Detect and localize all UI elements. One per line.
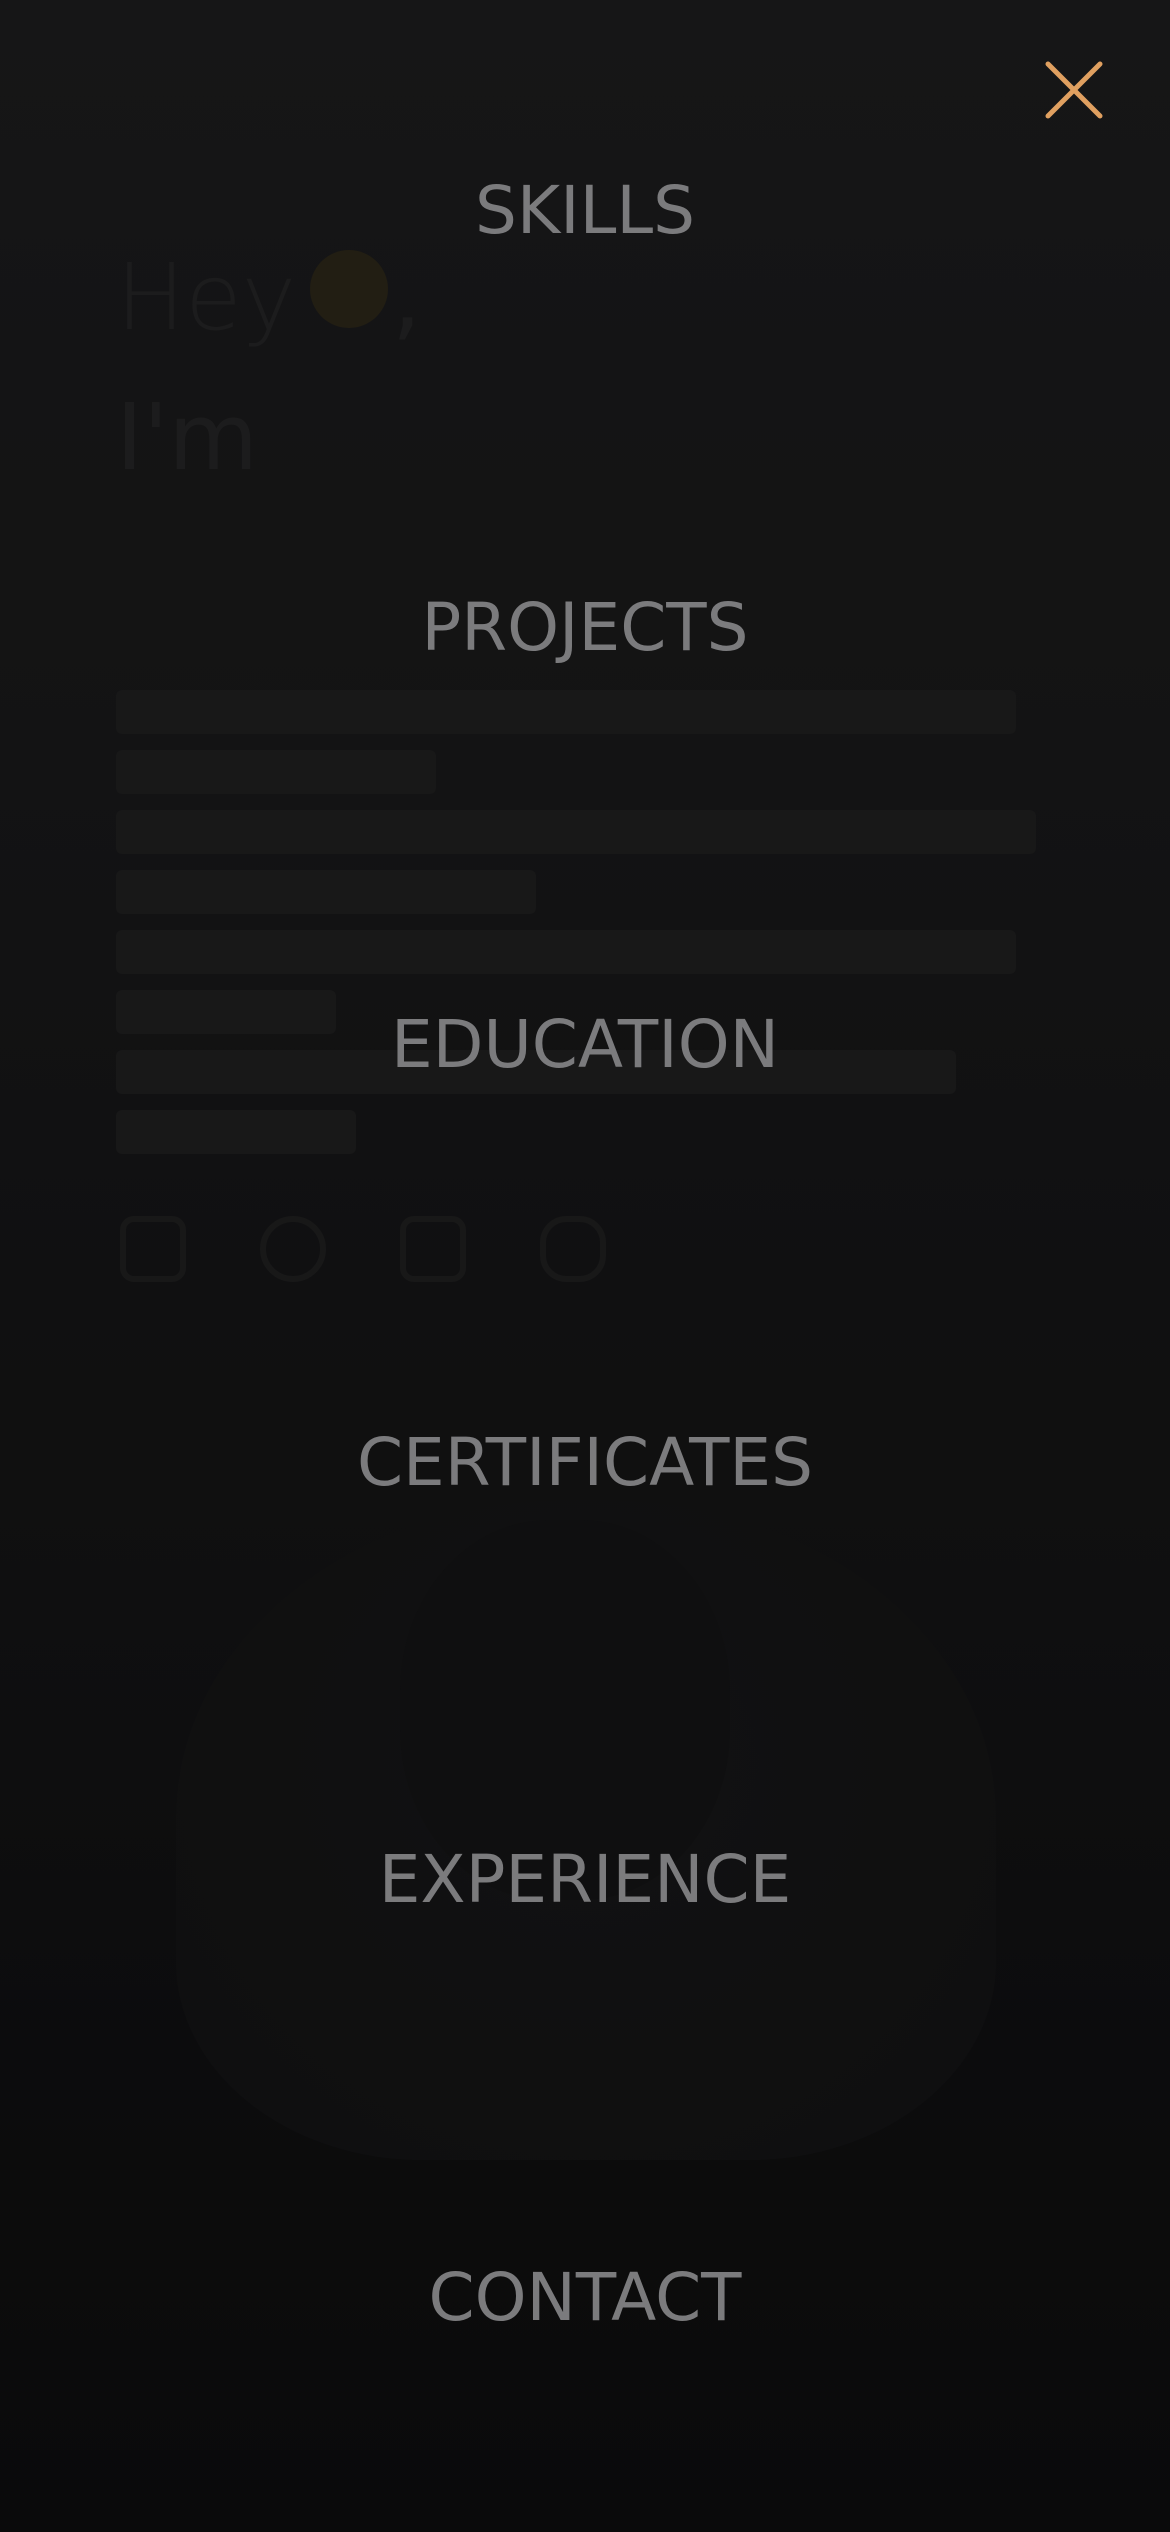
close-icon: [1045, 61, 1103, 119]
close-menu-button[interactable]: [1040, 56, 1108, 124]
menu-item-contact[interactable]: CONTACT: [0, 2253, 1170, 2343]
menu-item-certificates[interactable]: CERTIFICATES: [0, 1418, 1170, 1508]
menu-item-skills[interactable]: SKILLS: [0, 166, 1170, 256]
menu-item-experience[interactable]: EXPERIENCE: [0, 1835, 1170, 1925]
navigation-menu-overlay: SKILLS PROJECTS EDUCATION CERTIFICATES E…: [0, 0, 1170, 2532]
menu-item-projects[interactable]: PROJECTS: [0, 583, 1170, 673]
menu-item-education[interactable]: EDUCATION: [0, 1000, 1170, 1090]
